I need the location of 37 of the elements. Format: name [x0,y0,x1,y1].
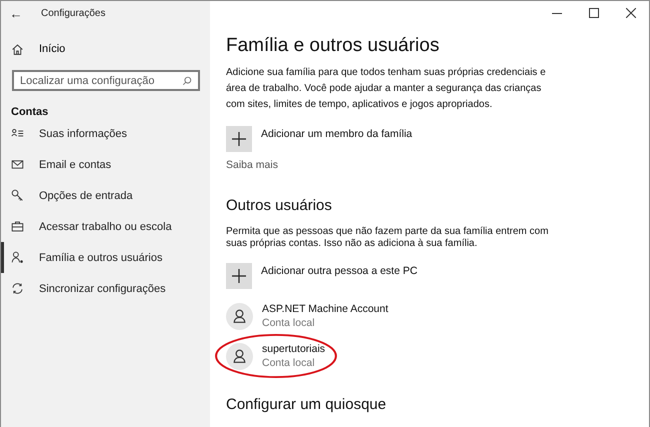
section-title: Outros usuários [226,197,333,214]
window-title: Configurações [41,8,106,18]
section-title: Configurar um quiosque [226,396,388,413]
envelope-icon [11,158,24,171]
briefcase-icon [11,220,24,233]
people-icon [11,251,24,264]
plus-icon [232,132,246,146]
user-name[interactable]: supertutoriais [262,342,326,356]
key-icon [11,189,24,202]
nav-item[interactable]: Suas informações [1,118,210,149]
section-heading: Contas [11,106,50,118]
maximize-icon [588,8,598,18]
nav-item[interactable]: Email e contas [1,149,210,180]
user-name[interactable]: ASP.NET Machine Account [262,302,388,316]
learn-more-link[interactable]: Saiba mais [226,159,633,171]
sync-icon [11,282,24,295]
page-title: Família e outros usuários [226,35,440,57]
add-family-label[interactable]: Adicionar um membro da família [261,128,412,140]
add-button[interactable] [226,126,252,152]
search-icon [182,76,192,86]
nav-item[interactable]: Acessar trabalho ou escola [1,211,210,242]
description-text: Permita que as pessoas que não fazem parte da sua família entrem com suas próprias contas. Isso não as adiciona à sua família. [226,226,550,250]
account-type: Conta local [262,316,316,330]
nav-item[interactable]: Sincronizar configurações [1,273,210,304]
back-button[interactable]: ← [1,6,31,20]
avatar-icon[interactable] [226,342,253,370]
avatar-icon[interactable] [226,302,253,330]
description-text: Adicione sua família para que todos tenham suas próprias credenciais e área de trabalho. Você pode ajudar a manter a segurança das crianças com sites, limites de tempo, aplicativos e jogos apropriados. [226,66,547,112]
home-icon [11,42,24,56]
close-icon [626,8,636,18]
home-link[interactable]: Início [1,41,210,57]
add-person-label[interactable]: Adicionar outra pessoa a este PC [261,265,418,277]
search-field[interactable]: Localizar uma configuração [12,70,200,91]
add-button[interactable] [226,263,252,289]
plus-icon [232,269,246,283]
account-type: Conta local [262,356,316,370]
nav-item[interactable]: Opções de entrada [1,180,210,211]
